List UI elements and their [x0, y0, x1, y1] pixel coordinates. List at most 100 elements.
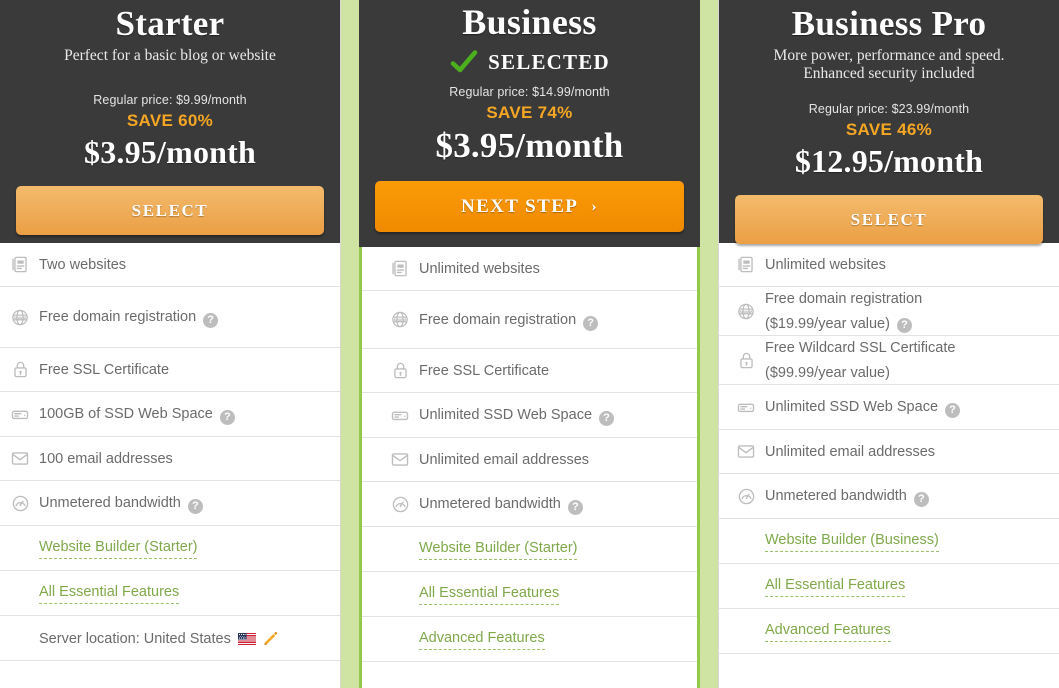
feature-icon-spacer	[736, 576, 756, 596]
feature-row: Unmetered bandwidth?	[0, 481, 340, 526]
feature-text-wrap: Unlimited SSD Web Space?	[765, 398, 1049, 418]
feature-row: Advanced Features	[719, 609, 1059, 654]
feature-row: All Essential Features	[0, 571, 340, 616]
feature-row: Website Builder (Business)	[719, 519, 1059, 564]
feature-row: Unlimited SSD Web Space?	[362, 393, 697, 438]
feature-icon-spacer	[736, 531, 756, 551]
websites-icon	[10, 255, 30, 275]
feature-label: Unmetered bandwidth	[765, 488, 907, 504]
help-icon[interactable]: ?	[583, 315, 599, 331]
feature-label: 100GB of SSD Web Space	[39, 406, 213, 422]
feature-row: 100 email addresses	[0, 437, 340, 481]
next-step-label: NEXT STEP	[460, 195, 579, 217]
svg-text:www: www	[737, 309, 754, 316]
feature-label: Free SSL Certificate	[39, 361, 170, 378]
feature-row: www Free domain registration?	[362, 291, 697, 349]
feature-row: Server location: United States	[0, 616, 340, 661]
feature-text-wrap: Free Wildcard SSL Certificate ($99.99/yea…	[765, 339, 1049, 382]
feature-list-starter: Two websites www Free domain registration?…	[0, 243, 340, 661]
feature-text-wrap: Free SSL Certificate	[419, 362, 687, 380]
envelope-icon	[390, 450, 410, 470]
plan-card-business: Business SELECTED Regular price: $14.99/mo…	[359, 0, 700, 688]
feature-label: Unlimited websites	[419, 260, 540, 277]
feature-sublabel-wrap: ($19.99/year value)?	[765, 315, 1049, 333]
chevron-right-icon: ›	[591, 197, 599, 215]
feature-text-wrap: 100 email addresses	[39, 450, 330, 468]
feature-row: Unlimited SSD Web Space?	[719, 385, 1059, 430]
feature-label: Free domain registration	[39, 309, 197, 325]
feature-row: Website Builder (Starter)	[0, 526, 340, 571]
feature-link[interactable]: All Essential Features	[765, 576, 906, 597]
feature-label: Two websites	[39, 256, 127, 273]
help-icon[interactable]: ?	[896, 318, 912, 333]
regular-price: Regular price: $23.99/month	[808, 102, 970, 116]
feature-text-wrap: Advanced Features	[419, 629, 687, 650]
feature-link[interactable]: Advanced Features	[419, 629, 545, 650]
feature-row: All Essential Features	[719, 564, 1059, 609]
feature-link[interactable]: Website Builder (Starter)	[419, 539, 578, 560]
feature-row: Free Wildcard SSL Certificate ($99.99/yea…	[719, 336, 1059, 385]
plan-price: $12.95/month	[794, 143, 984, 179]
feature-label: Unmetered bandwidth	[419, 496, 561, 512]
feature-label: 100 email addresses	[39, 450, 173, 467]
www-globe-icon: www	[390, 310, 410, 330]
feature-link[interactable]: Advanced Features	[765, 621, 891, 642]
select-button-starter[interactable]: SELECT	[16, 186, 324, 235]
lock-icon	[390, 361, 410, 381]
speedometer-icon	[736, 486, 756, 506]
help-icon[interactable]: ?	[203, 313, 219, 328]
hard-drive-icon	[736, 397, 756, 417]
feature-label: Unlimited email addresses	[419, 451, 590, 468]
us-flag-icon	[238, 630, 256, 648]
save-badge: SAVE 46%	[845, 120, 933, 139]
help-icon[interactable]: ?	[187, 499, 203, 514]
feature-text-wrap: Server location: United States	[39, 628, 330, 648]
select-button-business-pro[interactable]: SELECT	[735, 195, 1043, 244]
feature-text-wrap: Free domain registration?	[39, 308, 330, 328]
feature-list-business-pro: Unlimited websites www Free domain registr…	[719, 243, 1059, 654]
envelope-icon	[10, 449, 30, 469]
feature-text-wrap: Unmetered bandwidth?	[39, 494, 330, 514]
svg-text:www: www	[11, 315, 28, 322]
feature-list-business: Unlimited websites www Free domain registr…	[362, 247, 697, 662]
feature-link[interactable]: All Essential Features	[39, 583, 180, 604]
feature-label: Unlimited SSD Web Space	[765, 399, 939, 415]
help-icon[interactable]: ?	[219, 410, 235, 425]
feature-text-wrap: Website Builder (Starter)	[39, 538, 330, 559]
feature-text-wrap: Free domain registration ($19.99/year val…	[765, 290, 1049, 333]
regular-price: Regular price: $14.99/month	[449, 85, 610, 99]
feature-sublabel-wrap: ($99.99/year value)	[765, 364, 1049, 382]
selected-indicator: SELECTED	[375, 45, 684, 79]
plan-card-business-pro: Business Pro More power, performance and …	[719, 0, 1059, 688]
help-icon[interactable]: ?	[913, 492, 929, 507]
feature-text-wrap: 100GB of SSD Web Space?	[39, 405, 330, 425]
feature-icon-spacer	[10, 583, 30, 603]
feature-link[interactable]: Website Builder (Starter)	[39, 538, 198, 559]
plan-header-business: Business SELECTED Regular price: $14.99/mo…	[359, 0, 700, 247]
feature-text-wrap: Advanced Features	[765, 621, 1049, 642]
feature-text-wrap: Unmetered bandwidth?	[419, 495, 687, 515]
www-globe-icon: www	[736, 301, 756, 321]
feature-row: Two websites	[0, 243, 340, 287]
plan-column-business: Business SELECTED Regular price: $14.99/mo…	[341, 0, 718, 688]
regular-price: Regular price: $9.99/month	[93, 93, 247, 107]
help-icon[interactable]: ?	[567, 500, 583, 515]
plan-subtitle: Perfect for a basic blog or website	[64, 47, 276, 64]
feature-text-wrap: All Essential Features	[419, 584, 687, 605]
feature-link[interactable]: All Essential Features	[419, 584, 560, 605]
help-icon[interactable]: ?	[945, 403, 961, 418]
feature-label: Free domain registration	[765, 290, 923, 307]
feature-link[interactable]: Website Builder (Business)	[765, 531, 939, 552]
feature-row: Advanced Features	[362, 617, 697, 662]
feature-icon-spacer	[10, 538, 30, 558]
svg-text:www: www	[391, 317, 408, 324]
edit-pencil-icon[interactable]	[263, 628, 278, 648]
lock-icon	[10, 360, 30, 380]
feature-row: Unmetered bandwidth?	[362, 482, 697, 527]
pricing-plans: Starter Perfect for a basic blog or websi…	[0, 0, 1059, 688]
plan-header-starter: Starter Perfect for a basic blog or websi…	[0, 0, 340, 243]
feature-row: www Free domain registration?	[0, 287, 340, 348]
www-globe-icon: www	[10, 307, 30, 327]
next-step-button[interactable]: NEXT STEP ›	[375, 181, 684, 232]
help-icon[interactable]: ?	[599, 411, 615, 426]
